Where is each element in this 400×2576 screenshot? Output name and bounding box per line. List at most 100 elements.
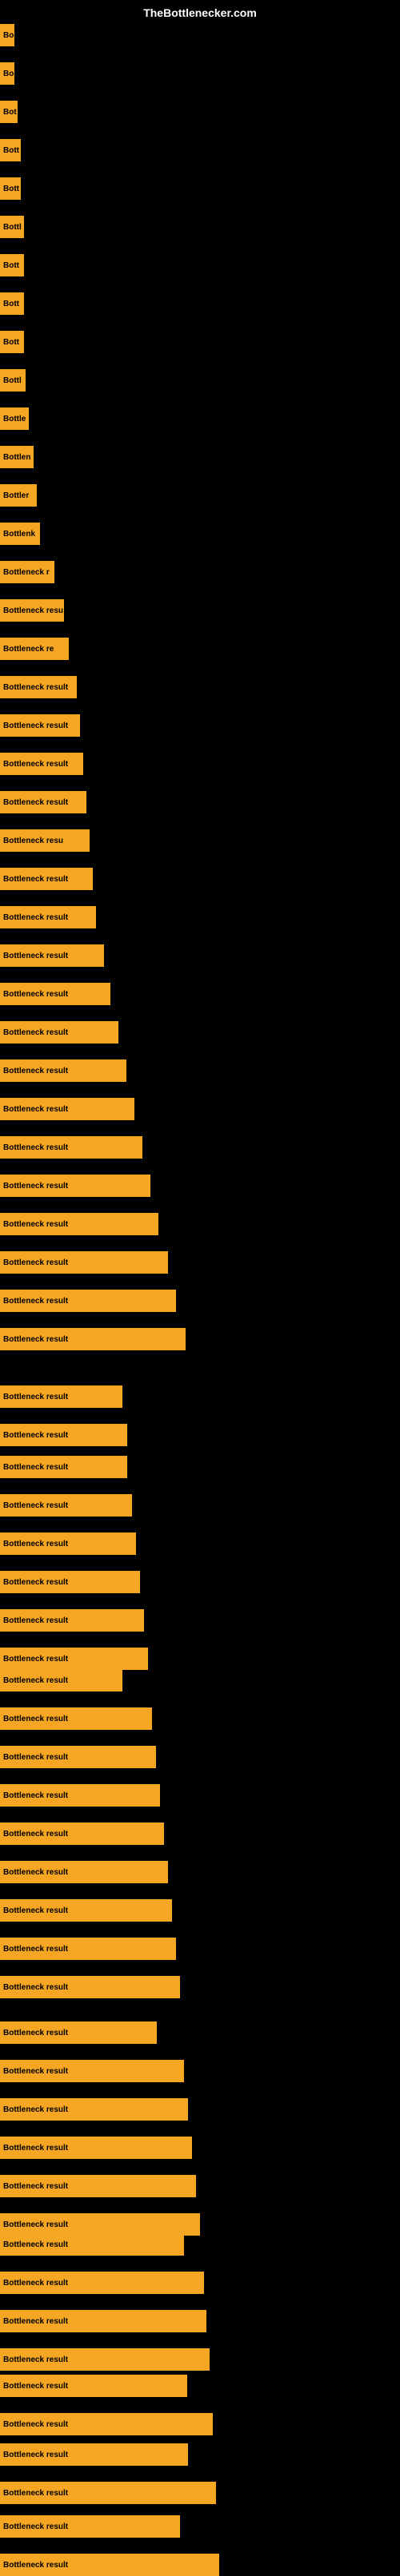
bar: Bottleneck result [0, 1784, 160, 1807]
bar-label: Bottlenk [3, 530, 35, 539]
bar: Bottleneck result [0, 2137, 192, 2159]
bar: Bottleneck result [0, 1861, 168, 1883]
list-item: Bottleneck result [0, 753, 83, 775]
list-item: Bottleneck result [0, 1213, 158, 1235]
list-item: Bottleneck result [0, 791, 86, 813]
list-item: Bottleneck result [0, 2098, 188, 2121]
bar: Bott [0, 139, 21, 161]
bar-label: Bottleneck result [3, 875, 68, 884]
bar: Bottleneck result [0, 2213, 200, 2236]
list-item: Bottleneck result [0, 1424, 127, 1446]
bar: Bottleneck result [0, 714, 80, 737]
bar: Bottleneck result [0, 2482, 216, 2504]
list-item: Bottleneck result [0, 2443, 188, 2466]
bar: Bottleneck result [0, 791, 86, 813]
bar: Bot [0, 101, 18, 123]
bar: Bottleneck r [0, 561, 54, 583]
list-item: Bottlenk [0, 523, 40, 545]
list-item: Bottleneck result [0, 2310, 206, 2332]
bar-label: Bottleneck result [3, 760, 68, 769]
bar: Bottleneck result [0, 2175, 196, 2197]
list-item: Bottleneck result [0, 2515, 180, 2538]
list-item: Bottleneck re [0, 638, 69, 660]
list-item: Bottleneck result [0, 2021, 157, 2044]
bar-label: Bottleneck result [3, 1105, 68, 1114]
bar-label: Bottleneck result [3, 2240, 68, 2249]
bar: Bottlenk [0, 523, 40, 545]
bar-label: Bottleneck result [3, 2451, 68, 2459]
list-item: Bottleneck result [0, 983, 110, 1005]
bar: Bottleneck result [0, 2375, 187, 2397]
bar: Bottleneck result [0, 2021, 157, 2044]
bar-label: Bottleneck result [3, 2029, 68, 2037]
bar-label: Bottleneck result [3, 1983, 68, 1992]
bar-label: Bottleneck result [3, 2317, 68, 2326]
bar: Bottleneck result [0, 1136, 142, 1159]
list-item: Bottleneck result [0, 1976, 180, 1998]
bar: Bottleneck result [0, 1424, 127, 1446]
list-item: Bottleneck result [0, 1328, 186, 1350]
bar: Bottleneck result [0, 1571, 140, 1593]
list-item: Bottleneck result [0, 1175, 150, 1197]
list-item: Bottleneck result [0, 1784, 160, 1807]
bar-label: Bottleneck result [3, 1501, 68, 1510]
bar: Bottleneck result [0, 753, 83, 775]
list-item: Bottleneck result [0, 2375, 187, 2397]
bar: Bottl [0, 216, 24, 238]
list-item: Bottleneck result [0, 1136, 142, 1159]
bar: Bottle [0, 407, 29, 430]
bar-label: Bottleneck result [3, 2355, 68, 2364]
bar-label: Bottleneck result [3, 2489, 68, 2498]
bar: Bottleneck resu [0, 599, 64, 622]
bar: Bottleneck result [0, 2413, 213, 2435]
bar-label: Bottleneck result [3, 1830, 68, 1839]
bar: Bottleneck resu [0, 829, 90, 852]
bar-label: Bott [3, 146, 19, 155]
bar-label: Bottleneck result [3, 1028, 68, 1037]
bar-label: Bottleneck result [3, 798, 68, 807]
bar: Bottleneck result [0, 2060, 184, 2082]
bar-label: Bottleneck result [3, 1393, 68, 1401]
list-item: Bot [0, 101, 18, 123]
list-item: Bottleneck result [0, 1861, 168, 1883]
list-item: Bottleneck result [0, 2213, 200, 2236]
bar: Bott [0, 177, 21, 200]
bar-label: Bottleneck result [3, 2144, 68, 2153]
bar: Bottleneck result [0, 1385, 122, 1408]
bar-label: Bottleneck result [3, 2182, 68, 2191]
bar-label: Bottleneck result [3, 2067, 68, 2076]
bar-label: Bo [3, 70, 14, 78]
bar: Bottleneck result [0, 1707, 152, 1730]
bar-label: Bottleneck result [3, 1906, 68, 1915]
bar-label: Bottleneck result [3, 913, 68, 922]
list-item: Bo [0, 62, 14, 85]
bar: Bottleneck result [0, 1899, 172, 1922]
list-item: Bottleneck result [0, 2413, 213, 2435]
bar: Bottleneck result [0, 1648, 148, 1670]
bar-label: Bottleneck result [3, 1067, 68, 1075]
list-item: Bottleneck result [0, 2554, 219, 2576]
bar: Bottleneck result [0, 2272, 204, 2294]
bar: Bottleneck result [0, 2554, 219, 2576]
bar-label: Bottleneck result [3, 1715, 68, 1723]
bar: Bottleneck result [0, 1669, 122, 1691]
bar: Bottleneck result [0, 868, 93, 890]
bar-label: Bot [3, 108, 17, 117]
bar: Bottleneck result [0, 906, 96, 928]
bar: Bottleneck result [0, 1494, 132, 1517]
bar-label: Bottleneck resu [3, 606, 63, 615]
bar-label: Bottler [3, 491, 29, 500]
list-item: Bottleneck result [0, 1251, 168, 1274]
bar-label: Bottleneck result [3, 1578, 68, 1587]
list-item: Bottlen [0, 446, 34, 468]
bar: Bottleneck result [0, 1213, 158, 1235]
list-item: Bottleneck result [0, 714, 80, 737]
bar: Bott [0, 254, 24, 276]
bar-label: Bottleneck re [3, 645, 54, 654]
bar-label: Bottl [3, 223, 22, 232]
bar-label: Bottleneck result [3, 1655, 68, 1664]
bar: Bottleneck result [0, 1059, 126, 1082]
bar-label: Bottleneck result [3, 1791, 68, 1800]
bar-label: Bottleneck result [3, 2420, 68, 2429]
list-item: Bottleneck result [0, 2348, 210, 2371]
